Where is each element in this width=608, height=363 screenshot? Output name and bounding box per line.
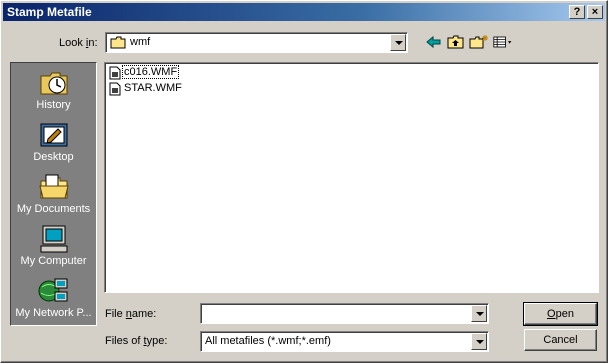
chevron-down-icon[interactable]: [390, 34, 406, 51]
my-computer-icon: [40, 225, 68, 253]
create-new-folder-icon[interactable]: [469, 34, 489, 50]
my-network-places-icon: [38, 278, 68, 302]
close-button[interactable]: ×: [587, 5, 603, 19]
look-in-value: wmf: [130, 36, 151, 48]
file-name-label: File name:: [105, 308, 157, 320]
place-my-documents[interactable]: My Documents: [11, 169, 96, 219]
place-label: My Documents: [16, 203, 91, 215]
place-label: My Computer: [20, 255, 87, 267]
place-my-computer[interactable]: My Computer: [11, 221, 96, 271]
place-label: Desktop: [33, 151, 74, 163]
place-label: History: [36, 99, 71, 111]
file-name: c016.WMF: [121, 65, 180, 79]
title-bar[interactable]: Stamp Metafile ? ×: [3, 3, 605, 21]
files-of-type-select[interactable]: All metafiles (*.wmf;*.emf): [200, 331, 489, 352]
files-of-type-label: Files of type:: [105, 335, 168, 347]
file-name: STAR.WMF: [124, 82, 182, 94]
help-button[interactable]: ?: [569, 5, 585, 19]
folder-icon: [110, 36, 126, 49]
look-in-label: Look in:: [59, 37, 98, 49]
place-label: My Network P...: [15, 307, 92, 319]
open-button[interactable]: Open: [523, 302, 598, 326]
stamp-metafile-dialog: Stamp Metafile ? × Look in: wmf History …: [0, 0, 608, 363]
my-documents-icon: [39, 174, 69, 199]
up-one-level-icon[interactable]: [446, 34, 466, 50]
place-history[interactable]: History: [11, 65, 96, 115]
file-list[interactable]: c016.WMF STAR.WMF: [104, 62, 599, 293]
files-of-type-value: All metafiles (*.wmf;*.emf): [205, 335, 331, 347]
window-title: Stamp Metafile: [7, 5, 92, 19]
cancel-button[interactable]: Cancel: [524, 329, 597, 351]
places-bar: History Desktop My Documents My Computer…: [10, 62, 97, 326]
desktop-icon: [40, 123, 68, 147]
back-icon[interactable]: [424, 34, 444, 50]
wmf-file-icon: [109, 66, 121, 80]
look-in-combo[interactable]: wmf: [105, 32, 408, 53]
history-icon: [40, 72, 68, 95]
view-menu-icon[interactable]: [493, 34, 513, 50]
chevron-down-icon[interactable]: [471, 333, 487, 350]
file-name-field[interactable]: [200, 303, 489, 324]
place-my-network-places[interactable]: My Network P...: [11, 273, 96, 323]
place-desktop[interactable]: Desktop: [11, 117, 96, 167]
wmf-file-icon: [109, 82, 121, 96]
chevron-down-icon[interactable]: [471, 305, 487, 322]
